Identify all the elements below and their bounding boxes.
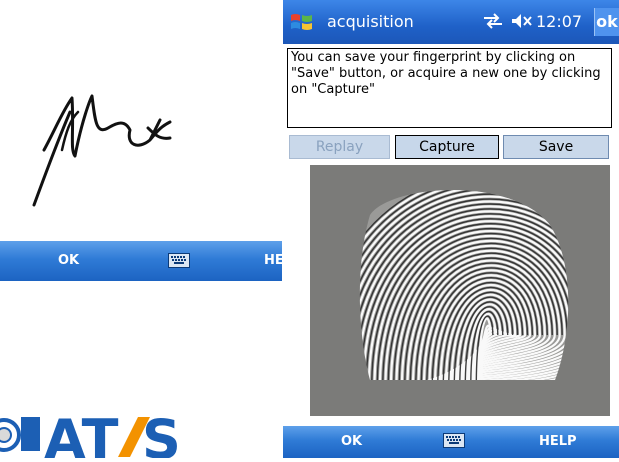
capture-button[interactable]: Capture — [395, 135, 499, 159]
fingerprint-icon — [310, 165, 610, 416]
replay-button[interactable]: Replay — [289, 135, 390, 159]
keyboard-icon[interactable] — [168, 253, 190, 268]
left-ok-softkey[interactable]: OK — [58, 253, 79, 268]
right-ok-softkey[interactable]: OK — [341, 434, 362, 449]
window-title: acquisition — [327, 12, 414, 31]
windows-flag-icon[interactable] — [289, 11, 315, 37]
title-ok-button[interactable]: ok — [594, 8, 619, 36]
right-softkey-bar: OK HELP — [283, 426, 619, 458]
keyboard-icon[interactable] — [443, 433, 465, 448]
svg-text:AT: AT — [44, 408, 119, 458]
signature-canvas[interactable] — [0, 0, 282, 240]
volume-muted-icon[interactable] — [511, 13, 533, 33]
handwritten-signature — [32, 94, 172, 207]
right-help-softkey[interactable]: HELP — [539, 434, 577, 449]
app-body: You can save your fingerprint by clickin… — [283, 44, 619, 430]
message-box: You can save your fingerprint by clickin… — [287, 48, 612, 128]
save-button[interactable]: Save — [503, 135, 609, 159]
left-softkey-bar: OK HELP — [0, 241, 282, 281]
clock: 12:07 — [536, 12, 583, 31]
left-help-softkey[interactable]: HELP — [264, 253, 282, 268]
title-bar: acquisition 12:07 ok — [283, 0, 619, 44]
fingerprint-image — [310, 165, 610, 416]
svg-text:S: S — [142, 408, 181, 458]
connectivity-icon[interactable] — [482, 13, 504, 33]
atos-logo: AT S — [0, 395, 220, 462]
